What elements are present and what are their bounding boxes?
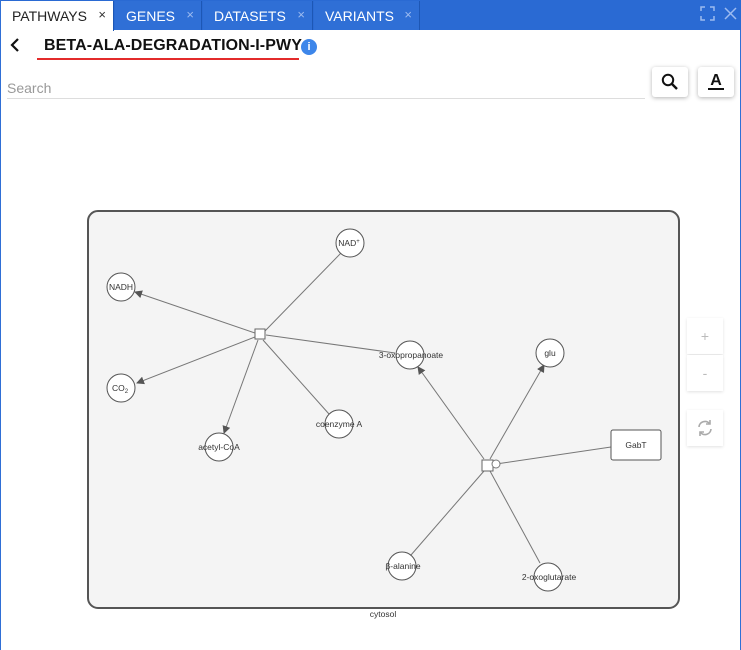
node-label: GabT	[625, 440, 646, 450]
compartment-cytosol	[87, 210, 680, 609]
node-label-sup: +	[356, 239, 360, 245]
zoom-out-label: -	[702, 365, 708, 381]
node-glu[interactable]: glu	[535, 338, 565, 368]
node-nadh[interactable]: NADH	[106, 272, 136, 302]
refresh-icon	[698, 420, 712, 436]
node-label: NADH	[109, 282, 133, 292]
node-label: 2-oxoglutarate	[522, 572, 577, 582]
node-label: acetyl-CoA	[198, 442, 240, 452]
node-nad[interactable]: NAD+	[335, 228, 365, 258]
reaction-node-2[interactable]	[481, 459, 494, 472]
reset-view-button[interactable]	[687, 410, 723, 446]
node-label: NAD	[338, 238, 356, 248]
reaction-node-1[interactable]	[254, 328, 266, 340]
node-label: coenzyme A	[316, 419, 363, 429]
pathway-panel: PATHWAYS × GENES × DATASETS × VARIANTS ×…	[0, 0, 741, 650]
zoom-out-button[interactable]: -	[687, 355, 723, 391]
pathway-graph[interactable]: cytosol NAD+ NADH CO2 acetyl-CoA coenzym…	[1, 0, 741, 650]
node-label: CO	[112, 383, 125, 393]
zoom-in-button[interactable]: +	[687, 318, 723, 354]
zoom-in-label: +	[700, 328, 710, 344]
node-co2[interactable]: CO2	[106, 373, 136, 403]
node-label: 3-oxopropanoate	[379, 350, 444, 360]
node-label: β-alanine	[385, 561, 420, 571]
node-gabt[interactable]: GabT	[610, 429, 662, 461]
node-label: glu	[544, 348, 556, 358]
catalysis-marker	[491, 459, 501, 469]
compartment-label: cytosol	[370, 609, 397, 619]
